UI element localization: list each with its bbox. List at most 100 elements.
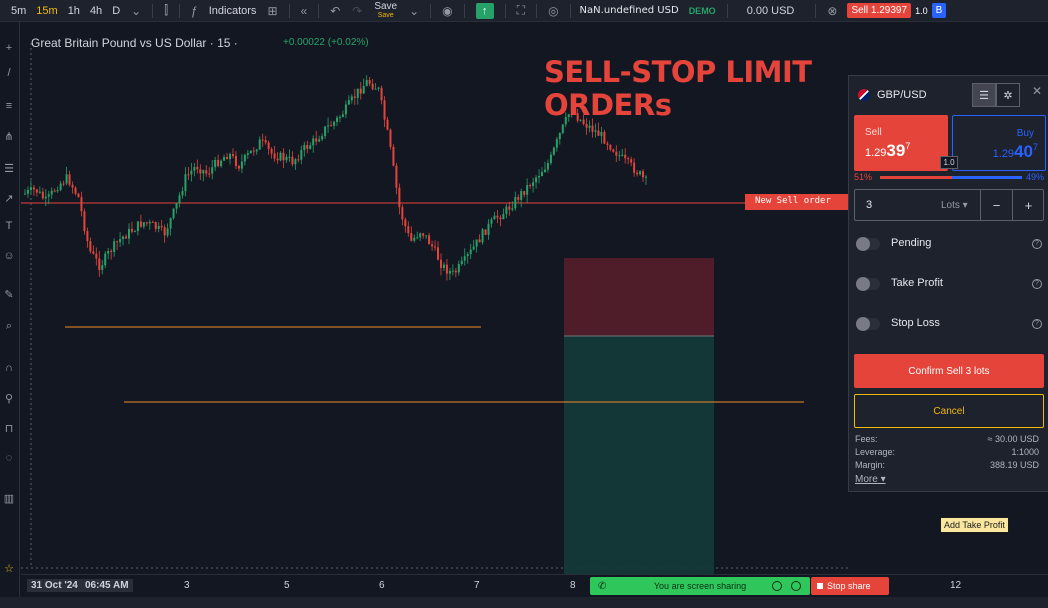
- pending-option[interactable]: Pending ?: [854, 234, 1044, 254]
- close-icon[interactable]: ✕: [1032, 84, 1042, 98]
- candle-body: [41, 191, 44, 199]
- lock-icon[interactable]: ⊓: [2, 422, 16, 436]
- candle-body: [389, 129, 392, 147]
- ruler-icon[interactable]: ✎: [2, 288, 16, 302]
- help-icon[interactable]: ?: [1032, 319, 1042, 329]
- stop-loss-option[interactable]: Stop Loss ?: [854, 314, 1044, 334]
- new-sell-order-label[interactable]: New Sell order: [745, 194, 849, 210]
- candle-body: [374, 88, 377, 90]
- crosshair-icon[interactable]: +: [2, 42, 16, 56]
- info-icon[interactable]: [772, 581, 782, 591]
- candle-body: [475, 239, 478, 247]
- trend-line-icon[interactable]: /: [2, 67, 16, 81]
- candle-body: [199, 169, 202, 174]
- help-icon[interactable]: ?: [1032, 279, 1042, 289]
- candle-body: [32, 187, 35, 190]
- quick-sell-button[interactable]: Sell 1.29397: [847, 3, 912, 18]
- quick-buy-button[interactable]: B: [931, 3, 947, 18]
- stop-loss-toggle[interactable]: [856, 317, 880, 331]
- pitchfork-icon[interactable]: ⋔: [2, 130, 16, 144]
- lock-drawing-icon[interactable]: ⚲: [2, 392, 16, 406]
- candle-body: [220, 160, 223, 167]
- quantity-unit-select[interactable]: Lots ▾: [941, 200, 968, 211]
- candle-body: [86, 231, 89, 242]
- price-chart[interactable]: Great Britain Pound vs US Dollar · 15 · …: [21, 23, 849, 574]
- text-icon[interactable]: T: [2, 220, 16, 234]
- time-axis[interactable]: 31 Oct '24 06:45 AM 3 5 6 7 8 12: [21, 574, 1048, 596]
- save-button[interactable]: Save Save: [368, 1, 403, 20]
- buy-side-button[interactable]: Buy 1.29407: [952, 115, 1046, 171]
- emoji-icon[interactable]: ☺: [2, 250, 16, 264]
- take-profit-toggle[interactable]: [856, 277, 880, 291]
- quantity-input[interactable]: 3: [866, 199, 872, 211]
- decrease-quantity-button[interactable]: −: [980, 190, 1012, 220]
- settings-sliders-icon[interactable]: ☰: [972, 83, 996, 107]
- eye-icon[interactable]: ◎: [542, 4, 564, 18]
- layout-grid-icon[interactable]: ⊞: [261, 4, 283, 18]
- candle-body: [538, 175, 541, 178]
- help-icon[interactable]: ?: [1032, 239, 1042, 249]
- stop-share-button[interactable]: Stop share: [811, 577, 889, 595]
- camera-icon[interactable]: ◉: [436, 4, 458, 18]
- zoom-icon[interactable]: ⌕: [2, 320, 16, 334]
- favorites-star-icon[interactable]: ☆: [2, 562, 16, 576]
- price-change: +0.00022 (+0.02%): [283, 37, 369, 48]
- chevron-down-icon[interactable]: ⌄: [125, 4, 147, 18]
- visibility-icon[interactable]: ◌: [2, 452, 16, 466]
- toolbar-divider: [318, 3, 320, 18]
- candle-body: [71, 184, 74, 188]
- increase-quantity-button[interactable]: +: [1012, 190, 1044, 220]
- shield-icon[interactable]: [791, 581, 801, 591]
- pending-toggle[interactable]: [856, 237, 880, 251]
- candle-body: [92, 251, 95, 254]
- candle-body: [330, 125, 333, 127]
- candlestick-icon[interactable]: ⫿: [158, 3, 174, 18]
- account-name[interactable]: NaN.undefined USD: [576, 5, 683, 16]
- save-sub-label: Save: [377, 11, 394, 19]
- timeframe-4h[interactable]: 4h: [85, 5, 107, 17]
- redo-icon[interactable]: ↷: [346, 4, 368, 18]
- fib-icon[interactable]: ☰: [2, 162, 16, 176]
- rewind-icon[interactable]: «: [295, 4, 314, 18]
- candle-body: [419, 233, 422, 238]
- sell-side-button[interactable]: Sell 1.29397: [854, 115, 948, 171]
- buy-percent: 49%: [1025, 172, 1044, 182]
- candle-body: [344, 104, 347, 115]
- timeframe-d[interactable]: D: [107, 5, 125, 17]
- take-profit-label: Take Profit: [891, 277, 943, 289]
- candle-body: [89, 241, 92, 252]
- sentiment-bar: 51% 49%: [854, 172, 1044, 184]
- candle-body: [291, 156, 294, 165]
- projection-icon[interactable]: ↗: [2, 192, 16, 206]
- chevron-down-icon[interactable]: ⌄: [403, 4, 425, 18]
- function-icon[interactable]: ƒ: [185, 4, 204, 18]
- quick-lot-value[interactable]: 1.0: [911, 6, 932, 16]
- timeframe-15m[interactable]: 15m: [31, 5, 62, 17]
- indicators-button[interactable]: Indicators: [204, 5, 262, 17]
- undo-icon[interactable]: ↶: [324, 4, 346, 18]
- add-take-profit-button[interactable]: Add Take Profit: [940, 517, 1009, 533]
- candle-body: [264, 140, 267, 143]
- candle-body: [353, 96, 356, 98]
- horizontal-lines-icon[interactable]: ≡: [2, 100, 16, 114]
- publish-icon[interactable]: ↑: [475, 2, 494, 19]
- trash-icon[interactable]: ▥: [2, 492, 16, 506]
- quick-trade-icon[interactable]: ✲: [996, 83, 1020, 107]
- magnet-icon[interactable]: ∩: [2, 362, 16, 376]
- symbol-name: GBP/USD: [877, 89, 927, 101]
- fullscreen-icon[interactable]: ⛶: [511, 3, 531, 18]
- candle-body: [546, 163, 549, 170]
- quantity-stepper[interactable]: 3 Lots ▾ − +: [854, 189, 1044, 221]
- more-link[interactable]: More ▾: [855, 474, 886, 485]
- take-profit-option[interactable]: Take Profit ?: [854, 274, 1044, 294]
- candle-body: [267, 142, 270, 149]
- screen-share-text: You are screen sharing: [653, 581, 747, 591]
- timeframe-5m[interactable]: 5m: [6, 5, 31, 17]
- candle-body: [365, 80, 368, 86]
- close-position-icon[interactable]: ⊗: [821, 4, 843, 18]
- cancel-button[interactable]: Cancel: [854, 394, 1044, 428]
- confirm-sell-button[interactable]: Confirm Sell 3 lots: [854, 354, 1044, 388]
- timeframe-1h[interactable]: 1h: [63, 5, 85, 17]
- candle-body: [261, 139, 264, 141]
- candle-body: [119, 239, 122, 243]
